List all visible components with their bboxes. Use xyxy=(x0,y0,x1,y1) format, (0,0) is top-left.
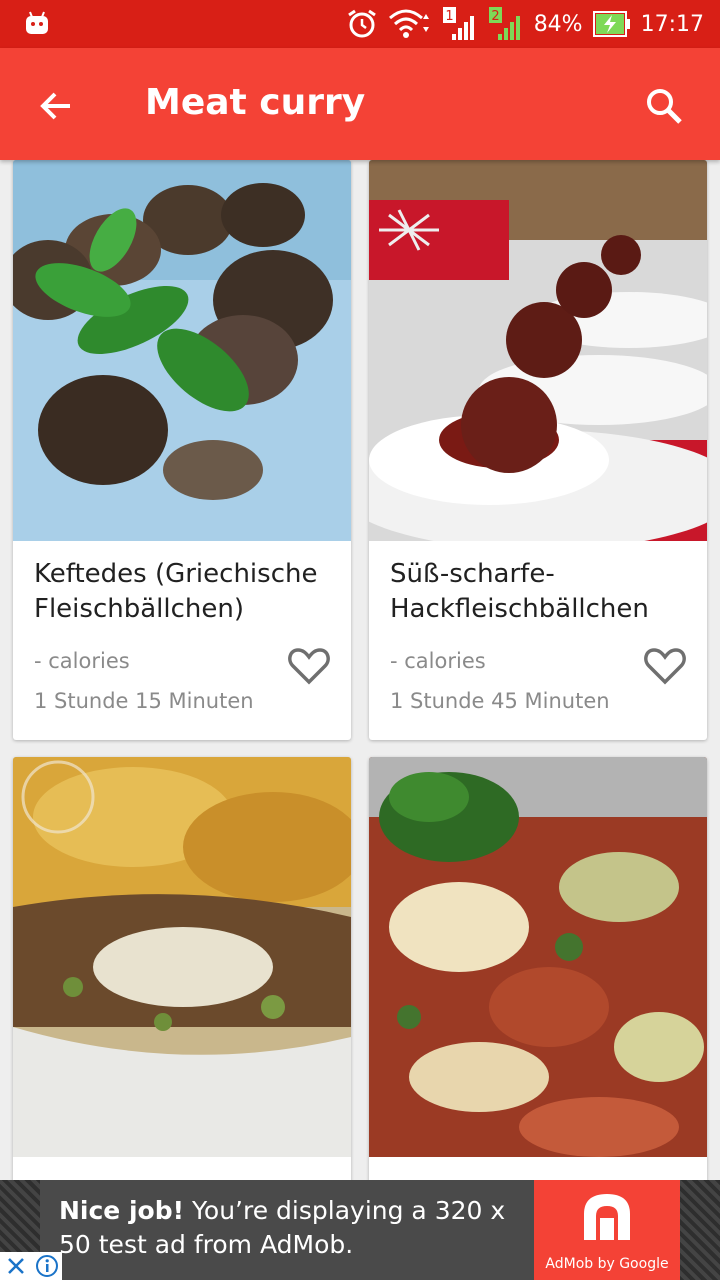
recipe-calories: - calories xyxy=(390,649,486,673)
status-bar: 1 2 84% 17:17 xyxy=(0,0,720,48)
recipe-time: 1 Stunde 45 Minuten xyxy=(390,689,610,713)
recipe-card[interactable] xyxy=(369,757,707,1180)
wifi-icon xyxy=(388,8,432,40)
clock: 17:17 xyxy=(640,11,704,37)
android-icon xyxy=(24,10,50,40)
ad-headline: Nice job! xyxy=(59,1196,185,1225)
admob-logo: AdMob by Google xyxy=(534,1180,680,1280)
battery-percent: 84% xyxy=(533,11,583,37)
app-bar: Meat curry xyxy=(0,48,720,160)
recipe-grid: Keftedes (Griechische Fleischbällchen) -… xyxy=(0,160,720,1180)
recipe-title: Süß-scharfe-Hackfleischbällchen xyxy=(390,559,649,624)
signal-sim2-icon: 2 xyxy=(488,6,524,42)
recipe-card[interactable] xyxy=(13,757,351,1180)
ad-banner[interactable]: Nice job! You’re displaying a 320 x 50 t… xyxy=(0,1180,720,1280)
recipe-image xyxy=(369,757,707,1157)
search-button[interactable] xyxy=(636,78,692,134)
ad-info-button[interactable] xyxy=(32,1252,62,1280)
admob-logo-icon xyxy=(584,1194,630,1240)
heart-outline-icon xyxy=(644,648,686,685)
ad-text: Nice job! You’re displaying a 320 x 50 t… xyxy=(59,1194,529,1262)
arrow-back-icon xyxy=(40,92,70,120)
ad-content[interactable]: Nice job! You’re displaying a 320 x 50 t… xyxy=(40,1180,680,1280)
ad-close-button[interactable] xyxy=(0,1252,32,1280)
favorite-button[interactable] xyxy=(641,642,689,690)
sim2-label: 2 xyxy=(491,9,499,24)
page-title: Meat curry xyxy=(145,82,366,123)
battery-charging-icon xyxy=(592,11,631,37)
recipe-title: Keftedes (Griechische Fleischbällchen) xyxy=(34,559,318,624)
recipe-image xyxy=(13,757,351,1157)
signal-sim1-icon: 1 xyxy=(442,6,478,42)
heart-outline-icon xyxy=(288,648,330,685)
recipe-image xyxy=(13,160,351,541)
admob-logo-label: AdMob by Google xyxy=(545,1256,669,1272)
sim1-label: 1 xyxy=(445,9,453,24)
info-icon xyxy=(36,1255,58,1277)
recipe-image xyxy=(369,160,707,541)
close-icon xyxy=(8,1258,24,1274)
recipe-card[interactable]: Süß-scharfe-Hackfleischbällchen - calori… xyxy=(369,160,707,740)
search-icon xyxy=(647,89,682,124)
alarm-icon xyxy=(346,8,378,40)
back-button[interactable] xyxy=(28,78,84,134)
favorite-button[interactable] xyxy=(285,642,333,690)
recipe-time: 1 Stunde 15 Minuten xyxy=(34,689,254,713)
recipe-calories: - calories xyxy=(34,649,130,673)
recipe-card[interactable]: Keftedes (Griechische Fleischbällchen) -… xyxy=(13,160,351,740)
